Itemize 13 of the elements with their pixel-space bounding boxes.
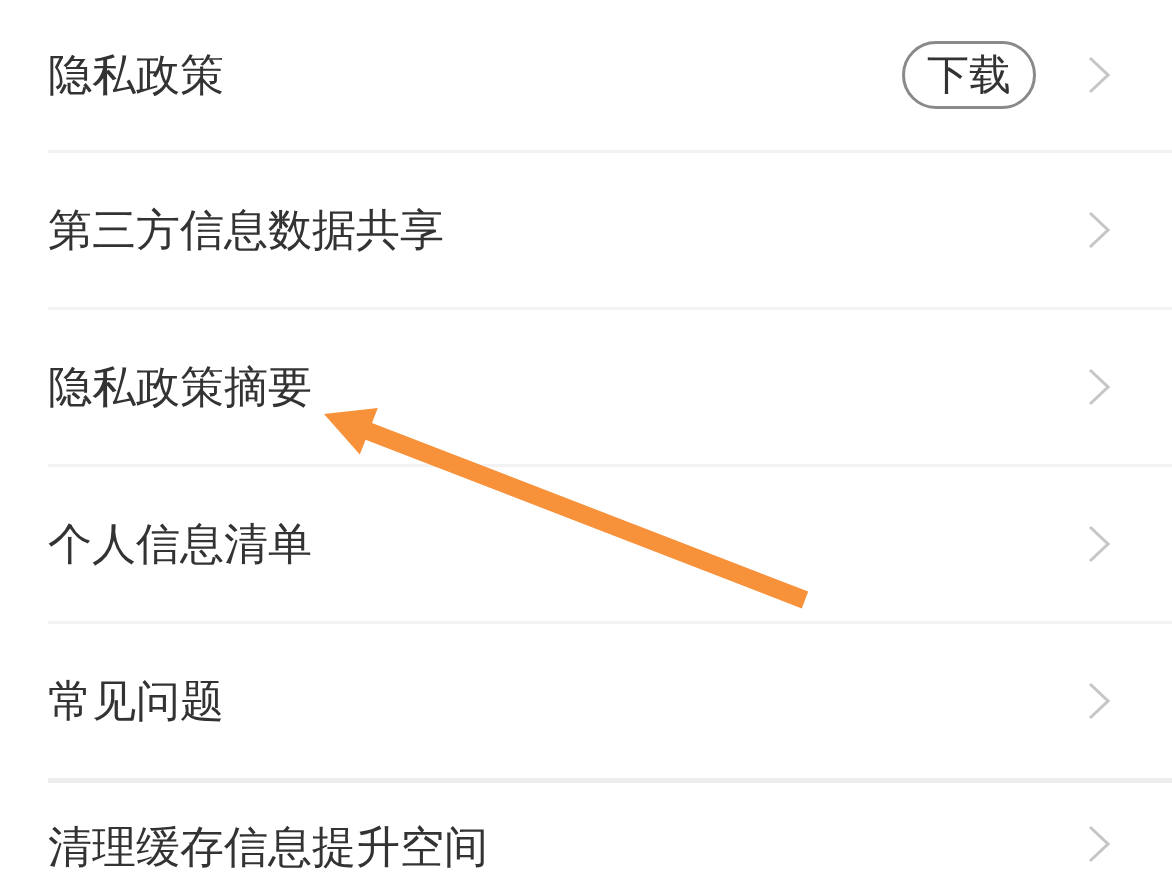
settings-item[interactable]: 隐私政策 xyxy=(48,53,224,97)
chevron-right-icon xyxy=(1088,368,1110,406)
settings-item[interactable]: 个人信息清单 xyxy=(48,522,312,566)
chevron-right-icon xyxy=(1088,525,1110,563)
settings-item[interactable]: 隐私政策摘要 xyxy=(48,365,312,409)
download-button[interactable]: 下载 xyxy=(902,41,1036,109)
chevron-right-icon xyxy=(1088,825,1110,863)
settings-item[interactable]: 清理缓存信息提升空间 xyxy=(48,825,488,869)
chevron-right-icon xyxy=(1088,56,1110,94)
settings-item[interactable]: 常见问题 xyxy=(48,679,224,723)
chevron-right-icon xyxy=(1088,682,1110,720)
chevron-right-icon xyxy=(1088,211,1110,249)
settings-item[interactable]: 第三方信息数据共享 xyxy=(48,208,444,252)
